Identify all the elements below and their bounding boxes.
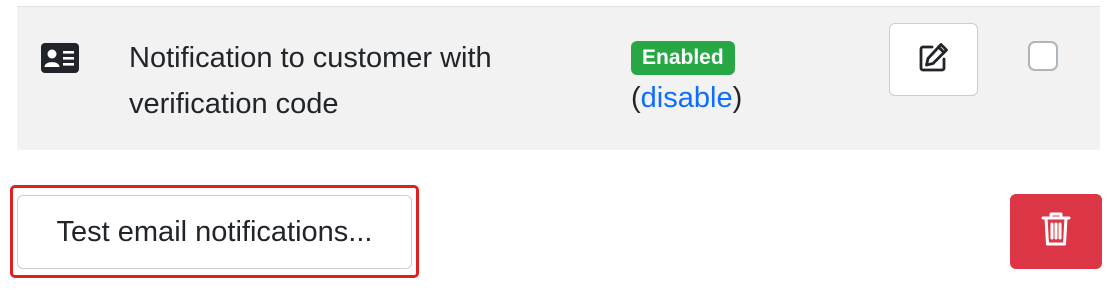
notification-title: Notification to customer with verificati… xyxy=(129,42,492,120)
notification-row: Notification to customer with verificati… xyxy=(17,6,1100,150)
pencil-square-icon xyxy=(917,40,951,79)
disable-line: (disable) xyxy=(631,81,791,115)
person-card-icon xyxy=(41,43,79,73)
select-checkbox[interactable] xyxy=(1028,41,1058,71)
trash-icon xyxy=(1041,211,1071,252)
paren-close: ) xyxy=(732,82,743,114)
edit-button[interactable] xyxy=(889,23,978,96)
paren-open: ( xyxy=(631,82,641,114)
status-badge: Enabled xyxy=(631,41,735,75)
disable-link[interactable]: disable xyxy=(641,82,733,114)
test-email-notifications-button[interactable]: Test email notifications... xyxy=(17,195,412,269)
delete-button[interactable] xyxy=(1010,194,1102,269)
status-cell: Enabled (disable) xyxy=(631,41,791,115)
